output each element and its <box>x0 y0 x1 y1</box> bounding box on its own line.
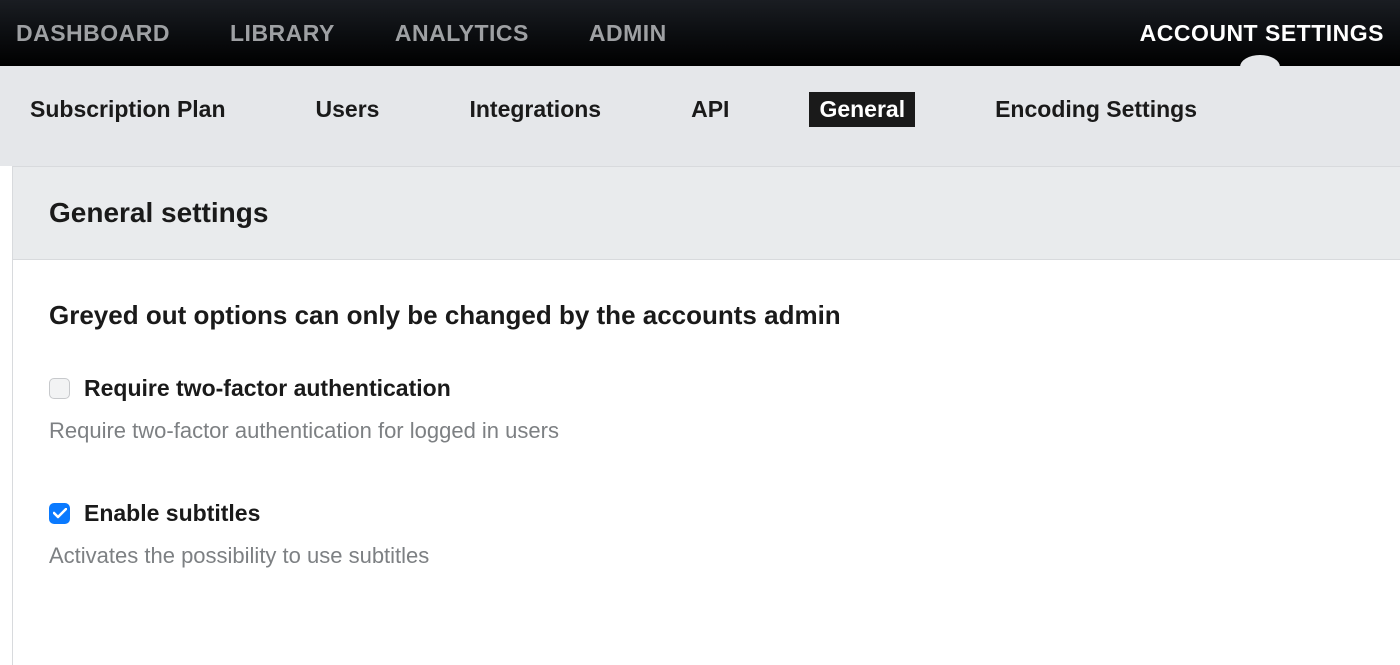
setting-label: Enable subtitles <box>84 500 260 527</box>
setting-two-factor: Require two-factor authentication Requir… <box>49 375 1364 444</box>
nav-admin[interactable]: ADMIN <box>589 20 667 47</box>
subnav-integrations[interactable]: Integrations <box>459 92 611 127</box>
check-icon <box>53 508 67 519</box>
active-tab-indicator <box>1240 55 1280 67</box>
nav-library[interactable]: LIBRARY <box>230 20 335 47</box>
checkbox-two-factor[interactable] <box>49 378 70 399</box>
setting-description: Activates the possibility to use subtitl… <box>49 543 1364 569</box>
subnav-encoding-settings[interactable]: Encoding Settings <box>985 92 1207 127</box>
setting-label-row: Enable subtitles <box>49 500 1364 527</box>
setting-label-row: Require two-factor authentication <box>49 375 1364 402</box>
top-nav: DASHBOARD LIBRARY ANALYTICS ADMIN ACCOUN… <box>0 0 1400 66</box>
setting-description: Require two-factor authentication for lo… <box>49 418 1364 444</box>
subsection-title: Greyed out options can only be changed b… <box>49 300 1364 331</box>
subnav-subscription-plan[interactable]: Subscription Plan <box>20 92 236 127</box>
top-nav-right: ACCOUNT SETTINGS <box>1140 20 1384 47</box>
section-title: General settings <box>49 197 1364 229</box>
nav-account-settings[interactable]: ACCOUNT SETTINGS <box>1140 20 1384 47</box>
subnav-users[interactable]: Users <box>306 92 390 127</box>
subnav-general[interactable]: General <box>809 92 915 127</box>
content-area: General settings Greyed out options can … <box>12 166 1400 665</box>
section-header: General settings <box>13 167 1400 260</box>
setting-subtitles: Enable subtitles Activates the possibili… <box>49 500 1364 569</box>
nav-dashboard[interactable]: DASHBOARD <box>16 20 170 47</box>
checkbox-subtitles[interactable] <box>49 503 70 524</box>
sub-nav: Subscription Plan Users Integrations API… <box>0 66 1400 166</box>
subnav-api[interactable]: API <box>681 92 739 127</box>
setting-label: Require two-factor authentication <box>84 375 451 402</box>
section-body: Greyed out options can only be changed b… <box>13 260 1400 665</box>
nav-analytics[interactable]: ANALYTICS <box>395 20 529 47</box>
top-nav-left: DASHBOARD LIBRARY ANALYTICS ADMIN <box>16 20 667 47</box>
